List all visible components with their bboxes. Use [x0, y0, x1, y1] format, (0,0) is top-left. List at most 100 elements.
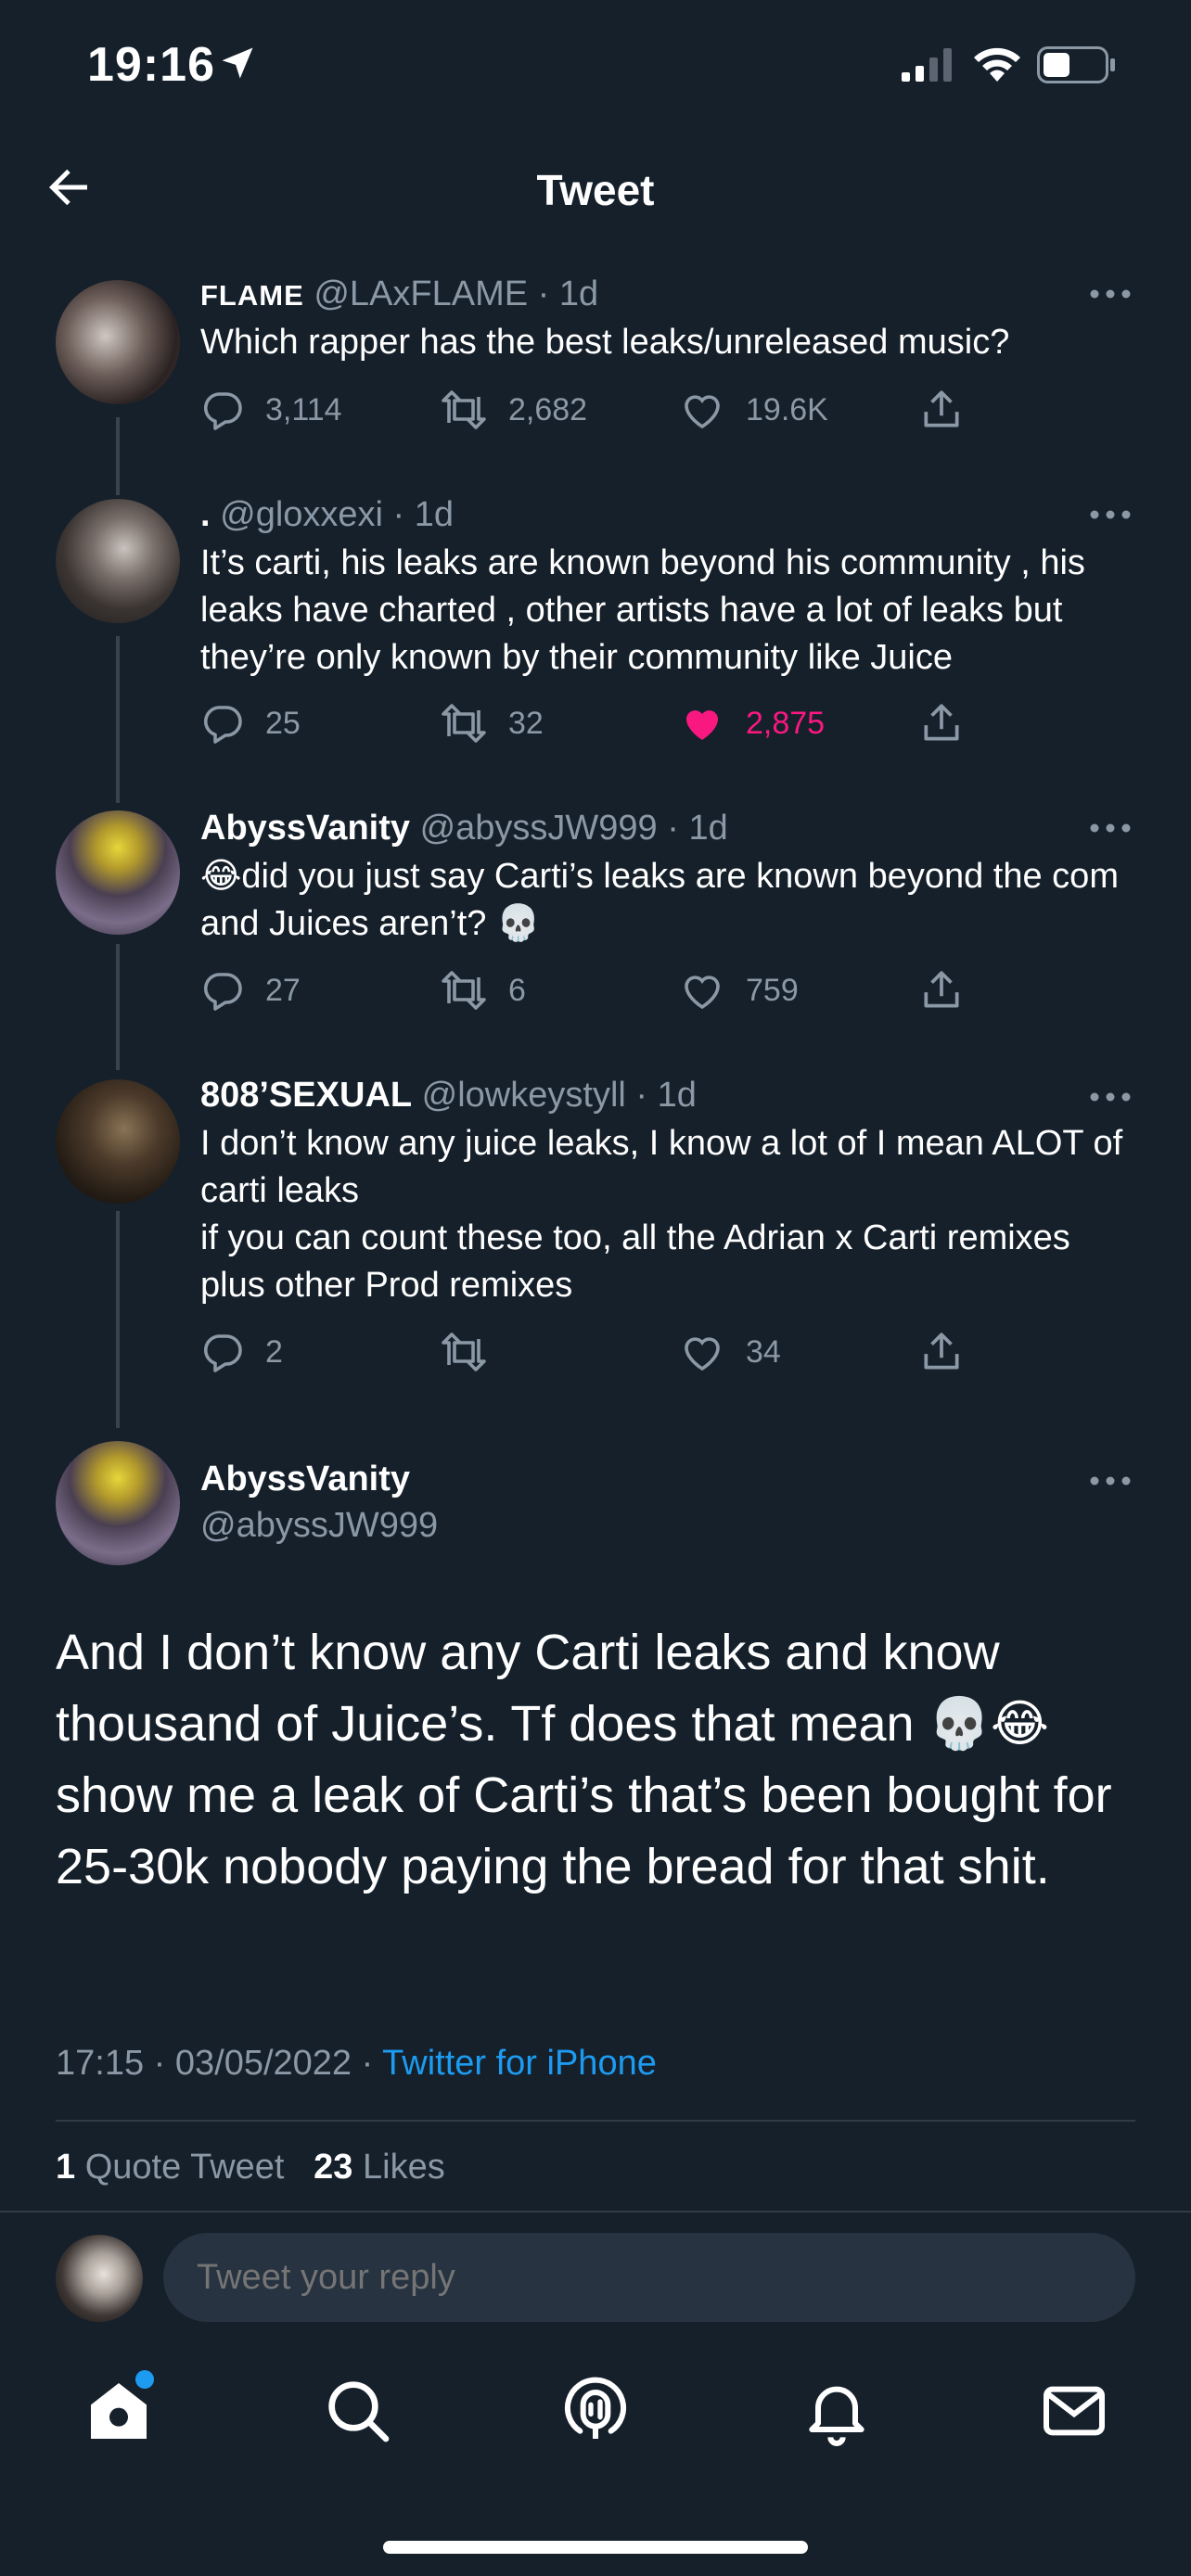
tweet-header: 808’SEXUAL @lowkeystyll · 1d — [200, 1076, 697, 1115]
heart-icon — [685, 976, 720, 1010]
tweet-text: I don’t know any juice leaks, I know a l… — [200, 1124, 1123, 1305]
handle[interactable]: @gloxxexi — [220, 495, 383, 534]
quote-label: Quote Tweet — [84, 2148, 285, 2187]
reply-count: 25 — [265, 705, 301, 741]
tweet-actions: 27 6 759 — [200, 963, 1091, 1018]
retweet-icon — [442, 390, 486, 429]
display-name[interactable]: 808’SEXUAL — [200, 1076, 412, 1115]
like-count: 2,875 — [746, 705, 826, 741]
main-handle[interactable]: @abyssJW999 — [200, 1506, 438, 1546]
avatar[interactable] — [56, 1079, 180, 1204]
divider — [0, 2211, 1191, 2213]
share-icon — [924, 704, 959, 741]
like-count: 19.6K — [746, 391, 828, 427]
location-arrow-icon — [222, 47, 253, 79]
my-avatar[interactable] — [56, 2235, 143, 2322]
tweet-text: 😂did you just say Carti’s leaks are know… — [200, 857, 1119, 943]
search-icon[interactable] — [321, 2374, 395, 2448]
retweet-button[interactable]: 6 — [440, 963, 526, 1018]
tweet-actions: 2 34 — [200, 1324, 1091, 1380]
like-button[interactable]: 19.6K — [679, 382, 828, 438]
heart-filled-icon — [686, 710, 718, 740]
reply-count: 2 — [265, 1333, 283, 1370]
like-button[interactable]: 2,875 — [679, 695, 825, 751]
thread-connector — [116, 944, 120, 1070]
like-button[interactable]: 759 — [679, 963, 799, 1018]
avatar[interactable] — [56, 280, 180, 404]
retweet-count: 2,682 — [508, 391, 588, 427]
main-display-name[interactable]: AbyssVanity — [200, 1460, 410, 1499]
reply-input[interactable] — [163, 2233, 1135, 2322]
tweet-actions: 25 32 2,875 — [200, 695, 1091, 751]
notifications-bell-icon[interactable] — [800, 2374, 874, 2448]
reply-button[interactable]: 25 — [200, 695, 301, 751]
heart-icon — [685, 395, 720, 429]
tweet-date: 03/05/2022 — [174, 2044, 352, 2083]
tweet-source-link[interactable]: Twitter for iPhone — [382, 2044, 657, 2083]
thread-connector — [116, 1211, 120, 1428]
avatar[interactable] — [56, 1441, 180, 1565]
quote-tweets-stat[interactable]: 1 Quote Tweet — [56, 2148, 284, 2187]
more-options-icon[interactable] — [1089, 822, 1132, 835]
retweet-count: 32 — [508, 705, 544, 741]
retweet-icon — [442, 1333, 486, 1371]
handle[interactable]: @lowkeystyll — [422, 1076, 626, 1115]
page-title: Tweet — [536, 166, 655, 214]
reply-button[interactable]: 27 — [200, 963, 301, 1018]
reply-button[interactable]: 3,114 — [200, 382, 342, 438]
quote-count: 1 — [56, 2148, 76, 2187]
reply-count: 27 — [265, 972, 301, 1008]
thread-connector — [116, 417, 120, 495]
wifi-icon — [974, 47, 1020, 82]
retweet-button[interactable]: 2,682 — [440, 382, 587, 438]
reply-icon — [203, 706, 242, 744]
retweet-button[interactable]: 32 — [440, 695, 544, 751]
display-name[interactable]: AbyssVanity — [200, 809, 410, 848]
tweet-header: AbyssVanity @abyssJW999 · 1d — [200, 809, 728, 848]
display-name[interactable]: . — [200, 495, 211, 534]
share-icon — [924, 390, 959, 427]
divider — [56, 2120, 1135, 2122]
handle[interactable]: @abyssJW999 — [420, 809, 658, 848]
notification-dot — [135, 2370, 154, 2389]
tweet-age: 1d — [558, 274, 599, 313]
share-button[interactable] — [918, 963, 985, 1018]
home-indicator — [383, 2541, 808, 2554]
likes-label: Likes — [363, 2148, 445, 2187]
more-options-icon[interactable] — [1089, 508, 1132, 521]
share-icon — [924, 1333, 959, 1370]
share-button[interactable] — [918, 382, 985, 438]
avatar[interactable] — [56, 810, 180, 935]
more-options-icon[interactable] — [1089, 1474, 1132, 1487]
tweet-timestamp: 17:15 · 03/05/2022 · Twitter for iPhone — [56, 2044, 657, 2083]
spaces-icon[interactable] — [558, 2374, 633, 2448]
retweet-button[interactable] — [440, 1324, 508, 1380]
share-icon — [924, 971, 959, 1008]
retweet-count: 6 — [508, 972, 526, 1008]
heart-icon — [685, 1337, 720, 1371]
handle[interactable]: @LAxFLAME — [314, 274, 528, 313]
avatar[interactable] — [56, 499, 180, 623]
more-options-icon[interactable] — [1089, 287, 1132, 300]
thread-connector — [116, 636, 120, 803]
cellular-signal-icon — [902, 48, 952, 82]
reply-icon — [203, 973, 242, 1011]
messages-envelope-icon[interactable] — [1037, 2374, 1111, 2448]
share-button[interactable] — [918, 695, 985, 751]
tweet-age: 1d — [414, 495, 455, 534]
likes-stat[interactable]: 23 Likes — [314, 2148, 445, 2187]
tweet-stats: 1 Quote Tweet 23 Likes — [56, 2148, 445, 2187]
retweet-icon — [442, 704, 486, 743]
reply-button[interactable]: 2 — [200, 1324, 283, 1380]
status-time: 19:16 — [87, 38, 215, 92]
tweet-actions: 3,114 2,682 19.6K — [200, 382, 1091, 438]
like-button[interactable]: 34 — [679, 1324, 781, 1380]
like-count: 759 — [746, 972, 799, 1008]
reply-count: 3,114 — [265, 391, 342, 427]
reply-icon — [203, 1334, 242, 1372]
retweet-icon — [442, 971, 486, 1010]
share-button[interactable] — [918, 1324, 985, 1380]
tweet-age: 1d — [688, 809, 728, 848]
display-name[interactable]: FLAME — [200, 279, 304, 312]
more-options-icon[interactable] — [1089, 1090, 1132, 1103]
